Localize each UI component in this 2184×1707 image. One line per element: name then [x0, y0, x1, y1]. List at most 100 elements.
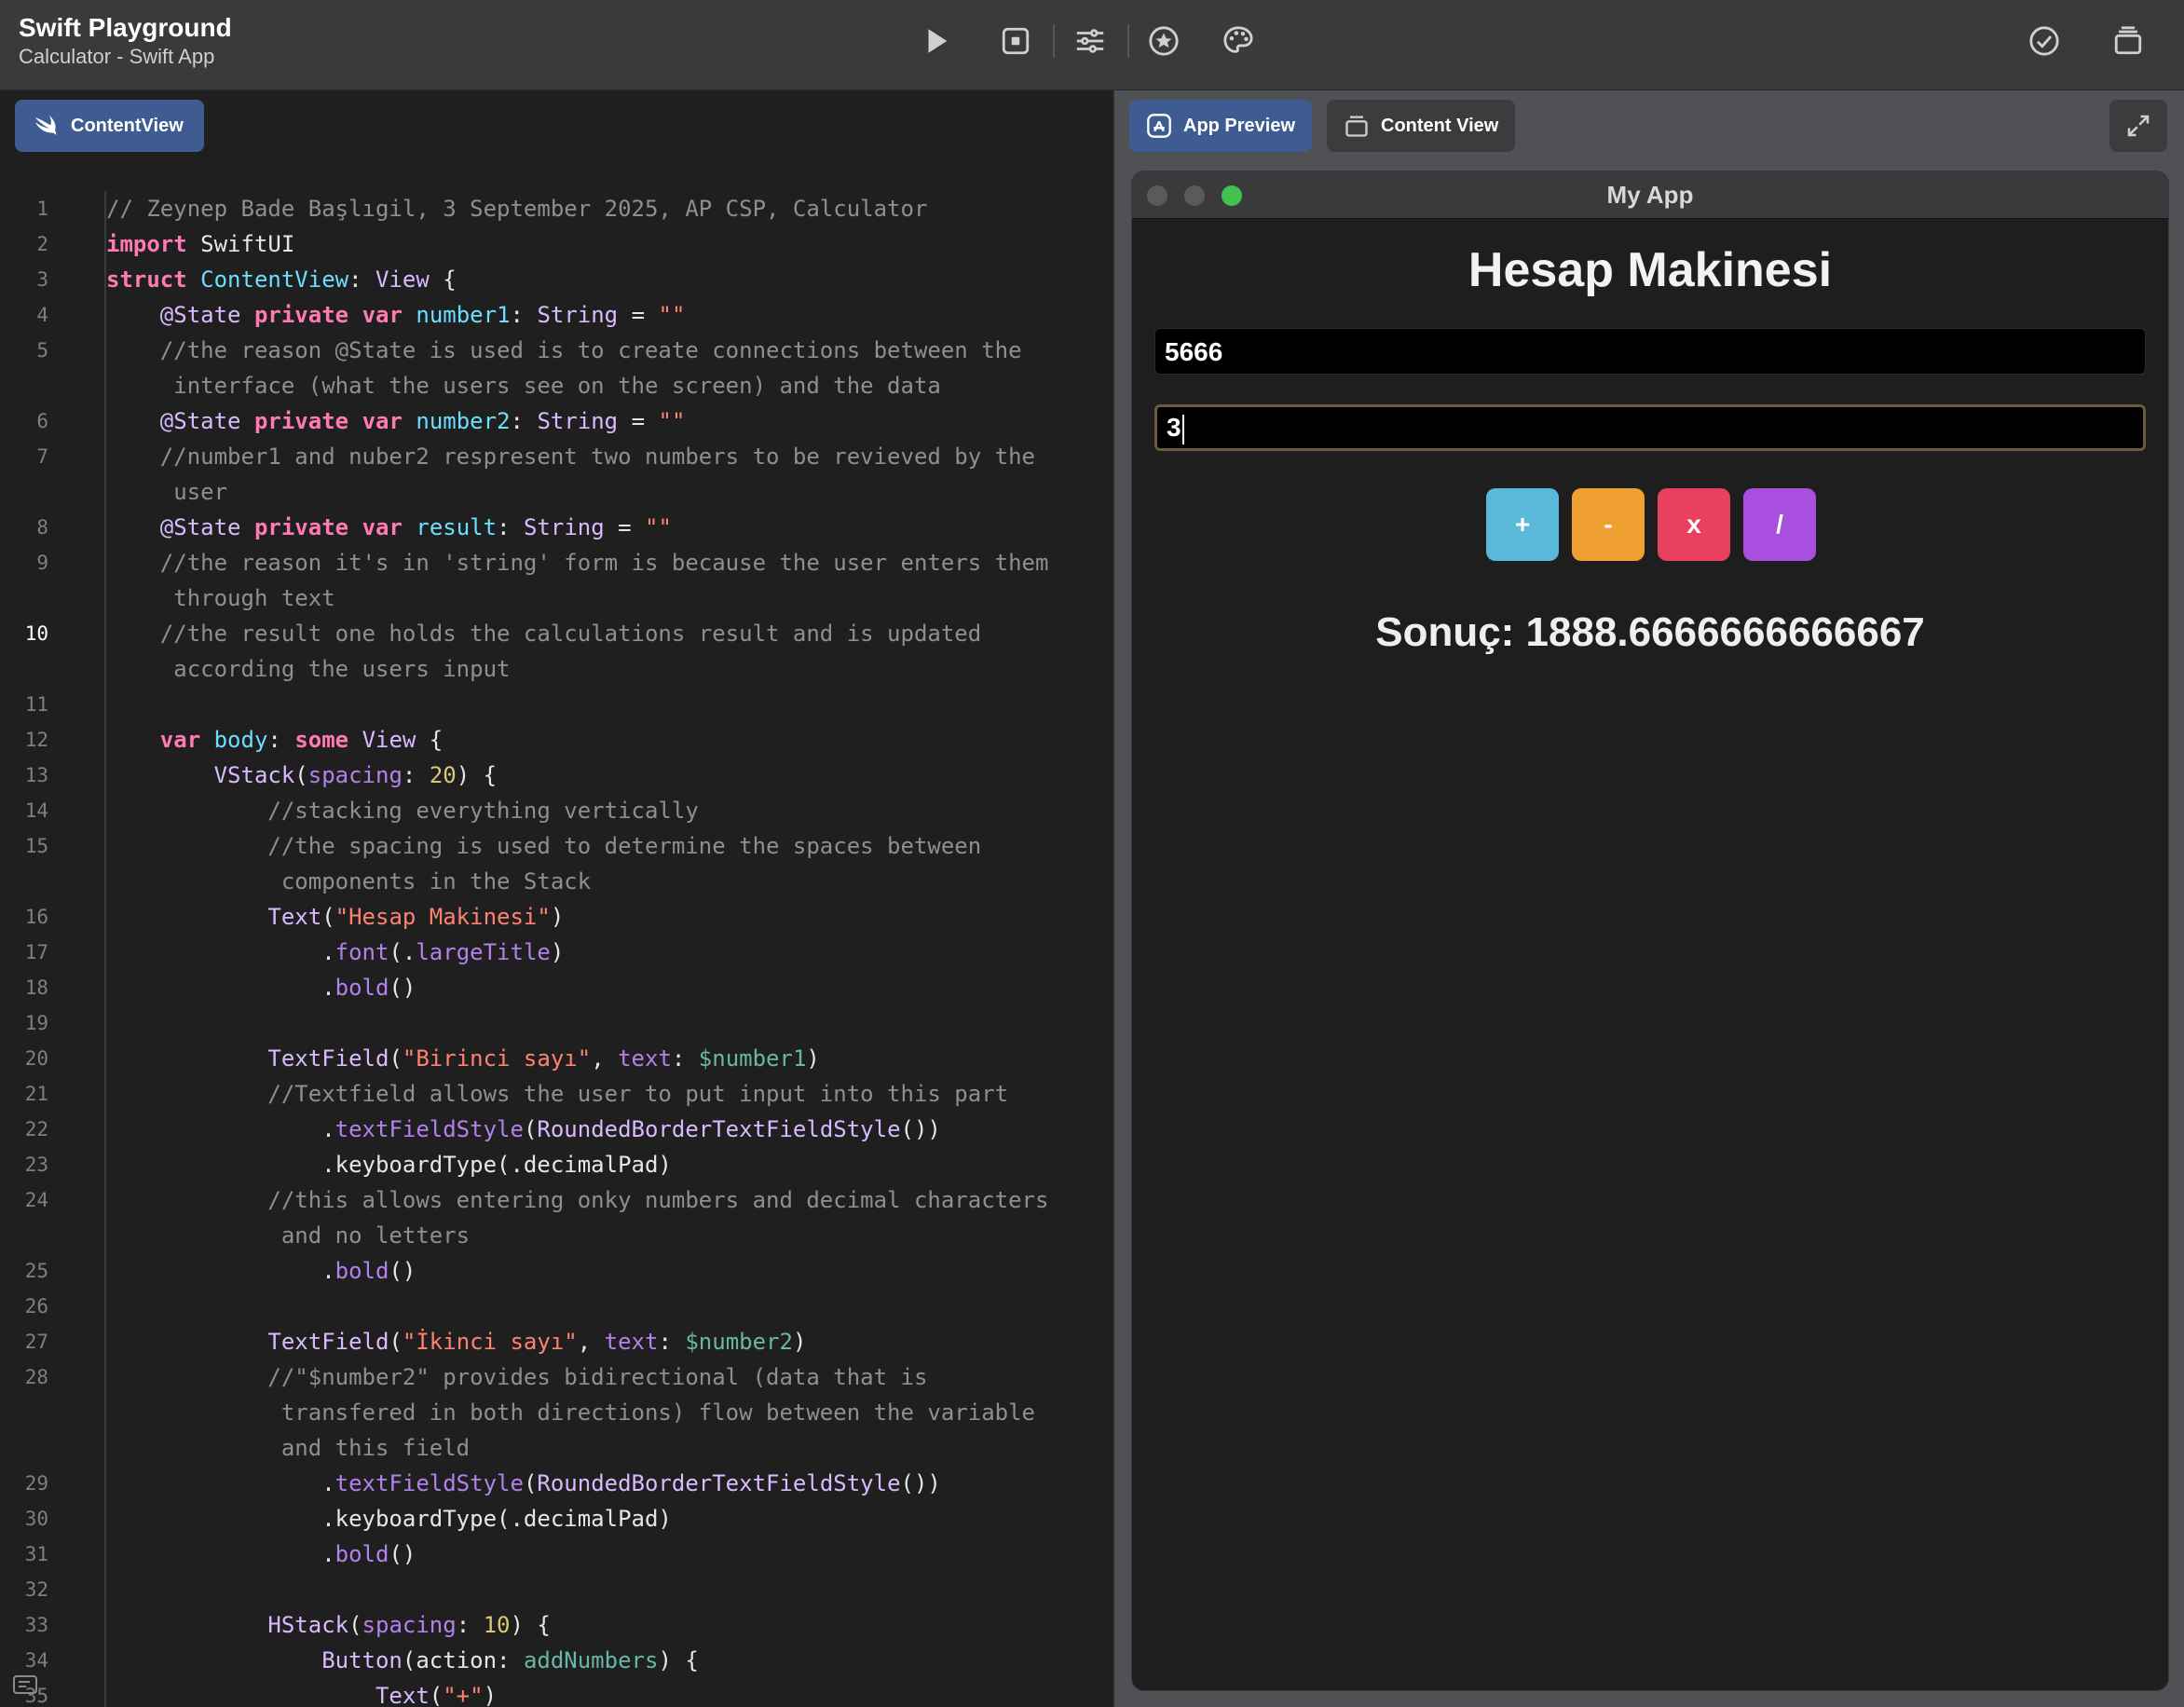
code-text: //Textfield allows the user to put input…: [104, 1076, 1008, 1112]
code-line[interactable]: according the users input: [0, 651, 1112, 687]
code-line[interactable]: 33 HStack(spacing: 10) {: [0, 1607, 1112, 1643]
multiply-button[interactable]: x: [1658, 488, 1730, 561]
code-line[interactable]: 11: [0, 687, 1112, 722]
code-line[interactable]: 18 .bold(): [0, 970, 1112, 1005]
code-token: var: [362, 408, 403, 434]
favorite-button[interactable]: [1141, 19, 1186, 63]
code-text: .bold(): [104, 1253, 416, 1289]
code-line[interactable]: 7 //number1 and nuber2 respresent two nu…: [0, 439, 1112, 474]
code-token: =: [618, 302, 659, 328]
code-line[interactable]: 12 var body: some View {: [0, 722, 1112, 758]
code-token: //the spacing is used to determine the s…: [106, 833, 982, 859]
code-text: //number1 and nuber2 respresent two numb…: [104, 439, 1035, 474]
code-token: ) {: [456, 762, 498, 788]
tab-content-view[interactable]: Content View: [1327, 100, 1516, 152]
code-line[interactable]: 13 VStack(spacing: 20) {: [0, 758, 1112, 793]
code-token: =: [604, 514, 646, 540]
stop-button[interactable]: [993, 19, 1038, 63]
first-number-field[interactable]: 5666: [1154, 328, 2146, 375]
code-line[interactable]: transfered in both directions) flow betw…: [0, 1395, 1112, 1430]
code-token: result: [416, 514, 498, 540]
window-title: My App: [1606, 181, 1694, 209]
code-line[interactable]: 23 .keyboardType(.decimalPad): [0, 1147, 1112, 1182]
code-line[interactable]: 26: [0, 1289, 1112, 1324]
code-token: "Hesap Makinesi": [334, 904, 551, 930]
preview-panel: App Preview Content View My App Hesap Ma…: [1114, 90, 2184, 1707]
divide-button[interactable]: /: [1743, 488, 1816, 561]
add-button[interactable]: +: [1486, 488, 1559, 561]
result-label: Sonuç: 1888.6666666666667: [1375, 609, 1925, 655]
expand-button[interactable]: [2109, 100, 2167, 152]
code-line[interactable]: 28 //"$number2" provides bidirectional (…: [0, 1359, 1112, 1395]
code-line[interactable]: 10 //the result one holds the calculatio…: [0, 616, 1112, 651]
tab-app-preview[interactable]: App Preview: [1129, 100, 1313, 152]
code-line[interactable]: and no letters: [0, 1218, 1112, 1253]
console-icon[interactable]: [13, 1675, 37, 1694]
code-token: ()): [900, 1116, 941, 1142]
file-tab-contentview[interactable]: ContentView: [15, 100, 204, 152]
code-line[interactable]: 4 @State private var number1: String = "…: [0, 297, 1112, 333]
code-line[interactable]: 16 Text("Hesap Makinesi"): [0, 899, 1112, 935]
code-line[interactable]: 9 //the reason it's in 'string' form is …: [0, 545, 1112, 580]
code-line[interactable]: 31 .bold(): [0, 1536, 1112, 1572]
code-line[interactable]: interface (what the users see on the scr…: [0, 368, 1112, 403]
code-line[interactable]: 1 // Zeynep Bade Başlıgil, 3 September 20…: [0, 191, 1112, 226]
code-line[interactable]: 29 .textFieldStyle(RoundedBorderTextFiel…: [0, 1466, 1112, 1501]
code-token: 20: [429, 762, 457, 788]
code-lines[interactable]: 1 // Zeynep Bade Başlıgil, 3 September 20…: [0, 191, 1112, 1707]
code-line[interactable]: 20 TextField("Birinci sayı", text: $numb…: [0, 1041, 1112, 1076]
code-line[interactable]: 35 Text("+"): [0, 1678, 1112, 1707]
line-number: 26: [24, 1295, 48, 1318]
code-line[interactable]: 3 struct ContentView: View {: [0, 262, 1112, 297]
code-line[interactable]: 19: [0, 1005, 1112, 1041]
subtract-button[interactable]: -: [1572, 488, 1645, 561]
code-token: //number1 and nuber2 respresent two numb…: [106, 444, 1035, 470]
code-editor[interactable]: ContentView 1 // Zeynep Bade Başlıgil, 3 …: [0, 90, 1114, 1707]
code-line[interactable]: 25 .bold(): [0, 1253, 1112, 1289]
code-line[interactable]: 24 //this allows entering onky numbers a…: [0, 1182, 1112, 1218]
window-icon: [1345, 116, 1368, 137]
code-text: user: [104, 474, 227, 510]
line-number: 12: [24, 729, 48, 751]
run-button[interactable]: [914, 19, 959, 63]
code-line[interactable]: and this field: [0, 1430, 1112, 1466]
check-button[interactable]: [2022, 19, 2067, 63]
code-line[interactable]: 30 .keyboardType(.decimalPad): [0, 1501, 1112, 1536]
code-token: SwiftUI: [186, 231, 295, 257]
code-line[interactable]: 2 import SwiftUI: [0, 226, 1112, 262]
code-line[interactable]: components in the Stack: [0, 864, 1112, 899]
code-line[interactable]: 6 @State private var number2: String = "…: [0, 403, 1112, 439]
line-number: 27: [24, 1331, 48, 1353]
code-line[interactable]: 17 .font(.largeTitle): [0, 935, 1112, 970]
code-line[interactable]: through text: [0, 580, 1112, 616]
code-text: // Zeynep Bade Başlıgil, 3 September 202…: [104, 191, 927, 226]
theme-button[interactable]: [1216, 19, 1261, 63]
code-line[interactable]: 27 TextField("İkinci sayı", text: $numbe…: [0, 1324, 1112, 1359]
code-line[interactable]: 32: [0, 1572, 1112, 1607]
code-line[interactable]: 8 @State private var result: String = "": [0, 510, 1112, 545]
code-line[interactable]: 22 .textFieldStyle(RoundedBorderTextFiel…: [0, 1112, 1112, 1147]
code-line[interactable]: 21 //Textfield allows the user to put in…: [0, 1076, 1112, 1112]
line-number: [0, 1395, 48, 1430]
line-number: 19: [24, 1012, 48, 1034]
code-token: number2: [416, 408, 511, 434]
code-token: textFieldStyle: [334, 1470, 524, 1496]
line-number: 21: [24, 1083, 48, 1105]
second-number-field[interactable]: 3: [1154, 404, 2146, 451]
code-line[interactable]: user: [0, 474, 1112, 510]
settings-button[interactable]: [1068, 19, 1112, 63]
code-token: "Birinci sayı": [402, 1045, 592, 1072]
code-token: .: [106, 1116, 335, 1142]
code-line[interactable]: 5 //the reason @State is used is to crea…: [0, 333, 1112, 368]
code-token: //the reason @State is used is to create…: [106, 337, 1022, 363]
code-line[interactable]: 34 Button(action: addNumbers) {: [0, 1643, 1112, 1678]
windows-button[interactable]: [2106, 19, 2150, 63]
code-token: ): [550, 904, 565, 930]
code-line[interactable]: 14 //stacking everything vertically: [0, 793, 1112, 828]
code-token: import: [106, 231, 187, 257]
code-line[interactable]: 15 //the spacing is used to determine th…: [0, 828, 1112, 864]
